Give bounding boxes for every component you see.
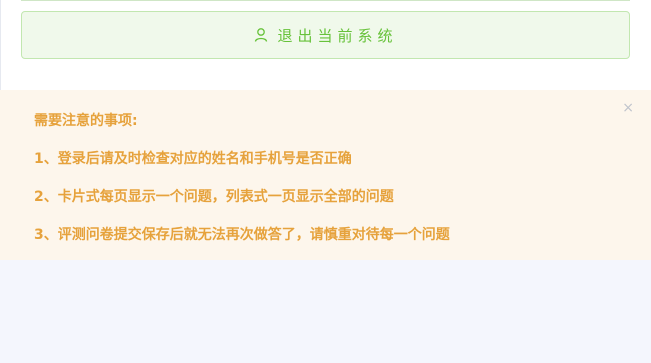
top-panel: 退出当前系统 [0, 0, 651, 90]
notice-alert: × 需要注意的事项: 1、登录后请及时检查对应的姓名和手机号是否正确 2、卡片式… [0, 90, 651, 260]
divider [21, 0, 630, 1]
logout-label: 退出当前系统 [277, 26, 398, 45]
user-icon [253, 27, 269, 43]
notice-item: 1、登录后请及时检查对应的姓名和手机号是否正确 [34, 151, 352, 167]
notice-item: 3、评测问卷提交保存后就无法再次做答了，请慎重对待每一个问题 [34, 227, 450, 243]
close-icon[interactable]: × [622, 98, 634, 118]
logout-button[interactable]: 退出当前系统 [21, 11, 630, 59]
notice-title: 需要注意的事项: [34, 113, 138, 129]
notice-item: 2、卡片式每页显示一个问题，列表式一页显示全部的问题 [34, 189, 394, 205]
